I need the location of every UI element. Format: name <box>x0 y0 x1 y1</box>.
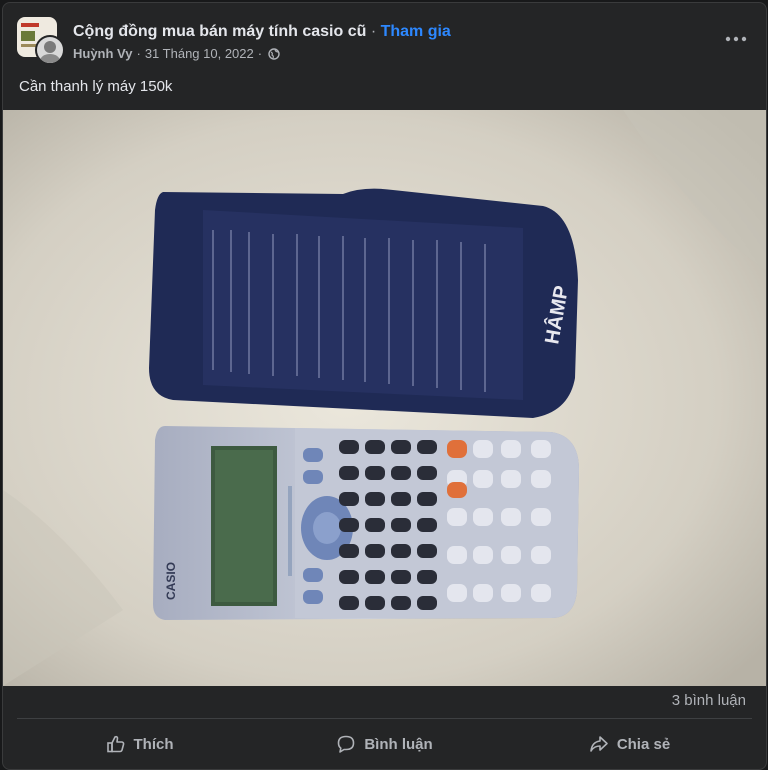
author-name-link[interactable]: Huỳnh Vy <box>73 46 132 61</box>
actions-divider <box>17 718 752 719</box>
globe-icon <box>268 47 280 60</box>
post-title-line: Cộng đồng mua bán máy tính casio cũ · Th… <box>73 23 451 41</box>
comment-bubble-icon <box>338 735 355 753</box>
meta-separator-2: · <box>257 46 263 61</box>
post-actions: Thích Bình luận Chia sẻ <box>17 725 752 763</box>
comment-count-link[interactable]: 3 bình luận <box>672 692 746 709</box>
post-card: Cộng đồng mua bán máy tính casio cũ · Th… <box>2 2 767 770</box>
share-label: Chia sẻ <box>616 735 671 753</box>
post-stats: 3 bình luận <box>3 686 766 718</box>
post-meta: Huỳnh Vy · 31 Tháng 10, 2022 · <box>73 46 280 61</box>
post-text: Cần thanh lý máy 150k <box>19 78 173 95</box>
share-arrow-icon <box>590 736 608 752</box>
calculator-brand: CASIO <box>164 562 178 600</box>
comment-button[interactable]: Bình luận <box>262 725 507 763</box>
thumbs-up-icon <box>106 735 124 753</box>
meta-separator: · <box>136 46 141 61</box>
user-avatar[interactable] <box>35 35 65 65</box>
title-separator: · <box>370 23 377 40</box>
post-header: Cộng đồng mua bán máy tính casio cũ · Th… <box>17 17 752 67</box>
join-group-link[interactable]: Tham gia <box>381 23 451 40</box>
group-name-link[interactable]: Cộng đồng mua bán máy tính casio cũ <box>73 23 366 40</box>
like-label: Thích <box>133 735 174 753</box>
share-button[interactable]: Chia sẻ <box>507 725 752 763</box>
comment-label: Bình luận <box>364 735 433 753</box>
post-photo[interactable]: HÂMP CASIO <box>3 110 766 686</box>
more-options-button[interactable] <box>718 21 754 57</box>
like-button[interactable]: Thích <box>17 725 262 763</box>
post-date-link[interactable]: 31 Tháng 10, 2022 <box>145 46 254 61</box>
more-horizontal-icon <box>725 36 747 42</box>
